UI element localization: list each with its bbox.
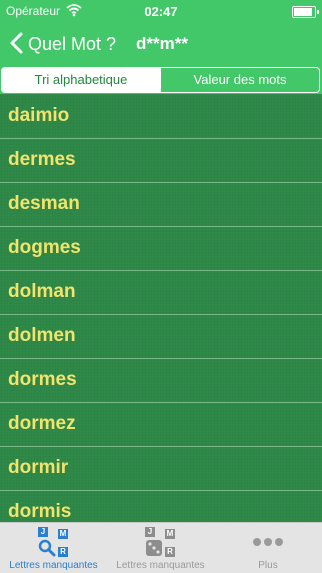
- list-item[interactable]: dogmes: [0, 227, 322, 271]
- letter-tile: R: [58, 547, 68, 557]
- dice-icon: [146, 540, 162, 556]
- list-item[interactable]: dormes: [0, 359, 322, 403]
- word-label: desman: [8, 193, 80, 214]
- tab-label: Lettres manquantes: [9, 560, 98, 571]
- status-bar: Opérateur 02:47: [0, 0, 322, 22]
- back-chevron-icon[interactable]: [6, 30, 30, 56]
- list-item[interactable]: dormis: [0, 491, 322, 522]
- magnifier-icon: [38, 539, 56, 557]
- list-item[interactable]: dolmen: [0, 315, 322, 359]
- word-label: dermes: [8, 149, 76, 170]
- battery-icon: [292, 6, 319, 18]
- segment-alphabetical[interactable]: Tri alphabetique: [2, 68, 160, 92]
- word-label: dolmen: [8, 325, 76, 346]
- status-time: 02:47: [144, 4, 178, 19]
- letter-tile: J: [38, 527, 48, 537]
- list-item[interactable]: dormez: [0, 403, 322, 447]
- letter-tile: M: [165, 529, 175, 539]
- letter-tile: R: [165, 547, 175, 557]
- letter-tile: M: [58, 529, 68, 539]
- segment-word-value[interactable]: Valeur des mots: [160, 68, 319, 92]
- word-label: dormir: [8, 457, 69, 478]
- search-pattern: d**m**: [136, 34, 188, 53]
- sort-segmented-control: Tri alphabetique Valeur des mots: [1, 67, 320, 93]
- word-label: dormes: [8, 369, 77, 390]
- tab-missing-letters-dice[interactable]: J M R Lettres manquantes: [107, 523, 214, 573]
- tab-bar: J M R Lettres manquantes J M R Lettres m…: [0, 522, 322, 573]
- nav-title[interactable]: Quel Mot ?: [28, 34, 116, 55]
- more-dots-icon: [253, 538, 283, 546]
- word-label: daimio: [8, 105, 70, 126]
- tab-label: Lettres manquantes: [116, 560, 205, 571]
- tab-more[interactable]: Plus: [214, 523, 322, 573]
- word-list[interactable]: daimio dermes desman dogmes dolman dolme…: [0, 95, 322, 522]
- navigation-bar: Quel Mot ? d**m**: [0, 22, 322, 66]
- word-label: dolman: [8, 281, 76, 302]
- tab-label: Plus: [258, 560, 278, 571]
- list-item[interactable]: daimio: [0, 95, 322, 139]
- list-item[interactable]: dolman: [0, 271, 322, 315]
- list-item[interactable]: dormir: [0, 447, 322, 491]
- word-label: dogmes: [8, 237, 81, 258]
- word-label: dormez: [8, 413, 76, 434]
- word-label: dormis: [8, 501, 72, 522]
- letter-tile: J: [145, 527, 155, 537]
- tab-missing-letters-search[interactable]: J M R Lettres manquantes: [0, 523, 107, 573]
- list-item[interactable]: desman: [0, 183, 322, 227]
- list-item[interactable]: dermes: [0, 139, 322, 183]
